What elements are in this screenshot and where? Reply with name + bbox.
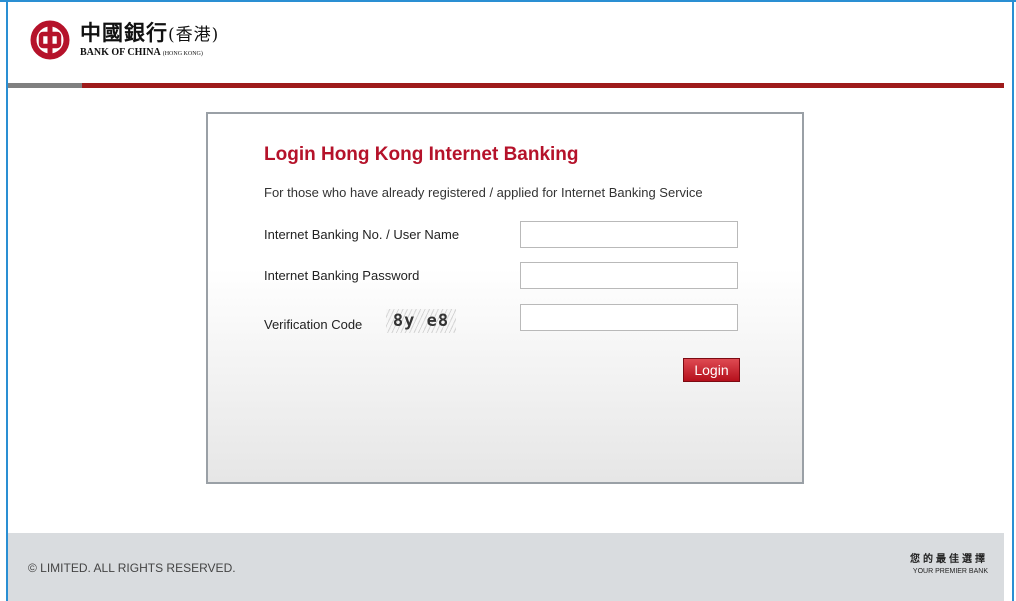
copyright-text: © LIMITED. ALL RIGHTS RESERVED.	[28, 561, 236, 575]
username-input[interactable]	[520, 221, 738, 248]
site-footer: © LIMITED. ALL RIGHTS RESERVED. 您的最佳選擇 Y…	[8, 533, 1004, 601]
verification-code-label: Verification Code	[264, 317, 363, 332]
bank-logo[interactable]: 中國銀行(香港) BANK OF CHINA (HONG KONG)	[30, 20, 219, 60]
site-header: 中國銀行(香港) BANK OF CHINA (HONG KONG)	[8, 2, 1012, 84]
logo-chinese-region: (香港)	[168, 25, 220, 45]
slogan-chinese: 您的最佳選擇	[910, 554, 988, 565]
logo-english-name: BANK OF CHINA (HONG KONG)	[80, 47, 203, 58]
logo-wordmark: 中國銀行(香港) BANK OF CHINA (HONG KONG)	[80, 22, 219, 58]
slogan: 您的最佳選擇 YOUR PREMIER BANK	[910, 554, 988, 576]
slogan-english: YOUR PREMIER BANK	[912, 568, 988, 575]
window-frame-right	[1012, 0, 1014, 601]
window-frame-left	[6, 0, 8, 601]
login-button[interactable]: Login	[683, 358, 740, 382]
logo-chinese-name: 中國銀行(香港)	[80, 20, 220, 45]
header-divider-gray	[8, 83, 82, 88]
captcha-image: 8y e8	[386, 309, 456, 333]
username-label: Internet Banking No. / User Name	[264, 227, 460, 242]
login-panel: Login Hong Kong Internet Banking For tho…	[206, 112, 804, 484]
login-subtitle: For those who have already registered / …	[264, 185, 703, 200]
verification-code-input[interactable]	[520, 304, 738, 331]
password-label: Internet Banking Password	[264, 268, 420, 283]
header-divider-red	[82, 83, 1004, 88]
password-input[interactable]	[520, 262, 738, 289]
login-title: Login Hong Kong Internet Banking	[264, 144, 579, 165]
bank-of-china-emblem-icon	[30, 20, 70, 60]
logo-english-region: (HONG KONG)	[162, 51, 203, 57]
